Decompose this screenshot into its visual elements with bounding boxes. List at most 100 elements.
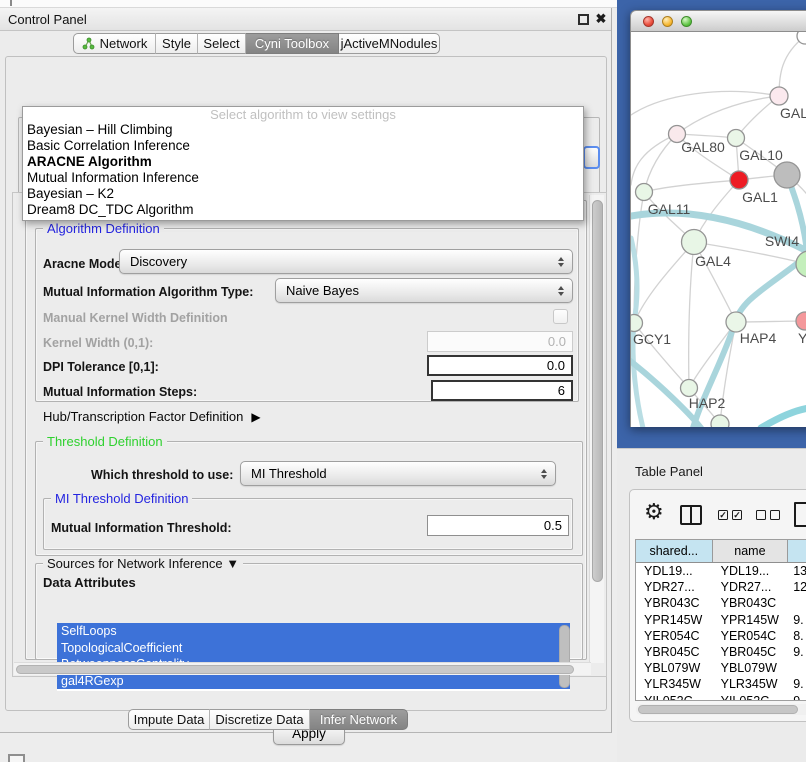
network-graph[interactable]: GALGAL80GAL10GAL1GAL11GAL4SWI4GCY1HAP4YH… [631, 32, 806, 427]
network-edge[interactable] [761, 408, 806, 427]
table-cell: YDR27... [713, 580, 789, 594]
table-row[interactable]: YPR145WYPR145W9. [636, 612, 806, 628]
which-threshold-combo[interactable]: MI Threshold [240, 461, 556, 486]
manual-kernel-label: Manual Kernel Width Definition [43, 311, 228, 325]
float-panel-icon[interactable] [578, 14, 589, 25]
algorithm-option[interactable]: Bayesian – K2 [23, 186, 583, 202]
network-node[interactable] [631, 315, 643, 332]
column-header[interactable] [788, 540, 806, 562]
algorithm-option[interactable]: ARACNE Algorithm [23, 154, 583, 170]
table-cell: 9. [788, 613, 806, 627]
tab-label: Style [162, 36, 191, 51]
network-node[interactable] [770, 87, 788, 105]
dpi-tolerance-field[interactable]: 0.0 [427, 355, 573, 376]
mi-threshold-field[interactable]: 0.5 [427, 515, 569, 536]
column-header[interactable]: name [713, 540, 789, 562]
tab-style[interactable]: Style [156, 33, 198, 54]
hub-definition-toggle[interactable]: Hub/Transcription Factor Definition▶ [43, 409, 261, 424]
network-canvas[interactable]: GALGAL80GAL10GAL1GAL11GAL4SWI4GCY1HAP4YH… [630, 32, 806, 427]
group-title: MI Threshold Definition [51, 491, 192, 506]
algorithm-dropdown-popup[interactable]: Select algorithm to view settings Bayesi… [22, 106, 584, 221]
gear-icon[interactable]: ⚙ [644, 499, 664, 525]
new-table-icon[interactable] [794, 502, 806, 527]
algorithm-option[interactable]: Bayesian – Hill Climbing [23, 122, 583, 138]
network-node[interactable] [774, 162, 800, 188]
minimize-traffic-light-icon[interactable] [662, 16, 673, 27]
network-edge[interactable] [689, 242, 694, 388]
algorithm-option[interactable]: Dream8 DC_TDC Algorithm [23, 202, 583, 218]
algorithm-option[interactable]: Mutual Information Inference [23, 170, 583, 186]
deselect-all-columns-icon[interactable] [756, 510, 780, 520]
close-traffic-light-icon[interactable] [643, 16, 654, 27]
node-label: HAP2 [689, 395, 726, 411]
tab-impute-data[interactable]: Impute Data [128, 709, 210, 730]
network-view-window[interactable]: GALGAL80GAL10GAL1GAL11GAL4SWI4GCY1HAP4YH… [630, 10, 806, 427]
network-node[interactable] [636, 184, 653, 201]
node-table[interactable]: shared...name YDL19...YDL19...13YDR27...… [635, 539, 806, 701]
table-cell: 9. [788, 677, 806, 691]
table-row[interactable]: YER054CYER054C8. [636, 628, 806, 644]
network-edge[interactable] [631, 91, 779, 115]
tab-discretize-data[interactable]: Discretize Data [210, 709, 310, 730]
network-edge[interactable] [634, 242, 694, 323]
table-row[interactable]: YLR345WYLR345W9. [636, 676, 806, 692]
algorithm-combo-fragment[interactable] [583, 146, 600, 169]
scrollbar-thumb[interactable] [638, 705, 798, 714]
field-value: 0.0 [548, 334, 566, 349]
network-node[interactable] [796, 312, 806, 330]
kernel-width-label: Kernel Width (0,1): [43, 336, 153, 350]
close-panel-icon[interactable]: ✖ [594, 11, 608, 27]
scrollbar-thumb[interactable] [592, 200, 603, 582]
scrollbar-thumb[interactable] [16, 665, 574, 674]
algorithm-placeholder: Select algorithm to view settings [23, 107, 583, 122]
aracne-mode-combo[interactable]: Discovery [119, 249, 573, 274]
tab-jactivemodules[interactable]: jActiveMNodules [339, 33, 440, 54]
collapsed-arrow-icon[interactable]: ▶ [251, 410, 260, 424]
select-all-columns-icon[interactable]: ✓✓ [718, 510, 742, 520]
attribute-item[interactable]: SelfLoops [57, 623, 570, 640]
tab-select[interactable]: Select [198, 33, 246, 54]
network-node[interactable] [728, 130, 745, 147]
settings-vertical-scrollbar[interactable] [589, 195, 604, 663]
list-scrollbar-thumb[interactable] [559, 625, 570, 688]
table-row[interactable]: YIL052CYIL052C9 [636, 693, 806, 702]
tab-cyni-toolbox[interactable]: Cyni Toolbox [246, 33, 339, 54]
table-row[interactable]: YDR27...YDR27...12 [636, 579, 806, 595]
table-row[interactable]: YBR043CYBR043C [636, 595, 806, 611]
table-row[interactable]: YBR045CYBR045C9. [636, 644, 806, 660]
field-value: 0.5 [544, 518, 562, 533]
node-label: GAL80 [681, 139, 725, 155]
table-row[interactable]: YBL079WYBL079W [636, 660, 806, 676]
attribute-item[interactable]: TopologicalCoefficient [57, 640, 570, 657]
network-node[interactable] [726, 312, 746, 332]
column-header[interactable]: shared... [636, 540, 713, 562]
algorithm-option[interactable]: Basic Correlation Inference [23, 138, 583, 154]
network-window-titlebar[interactable] [630, 10, 806, 32]
manual-kernel-checkbox[interactable] [553, 309, 568, 324]
expanded-arrow-icon[interactable]: ▼ [226, 556, 239, 571]
network-node[interactable] [730, 171, 748, 189]
data-attributes-list[interactable]: SelfLoopsTopologicalCoefficientBetweenne… [57, 623, 570, 691]
table-cell: YER054C [636, 629, 713, 643]
network-edge[interactable] [779, 36, 805, 96]
mi-algorithm-type-combo[interactable]: Naive Bayes [275, 278, 573, 303]
kernel-width-field[interactable]: 0.0 [427, 331, 573, 352]
zoom-traffic-light-icon[interactable] [681, 16, 692, 27]
mi-steps-field[interactable]: 6 [431, 380, 573, 401]
network-node[interactable] [682, 230, 707, 255]
tab-infer-network[interactable]: Infer Network [310, 709, 408, 730]
minimized-panel-icon[interactable] [8, 754, 25, 762]
network-node[interactable] [711, 415, 729, 427]
settings-horizontal-scrollbar[interactable] [14, 662, 591, 675]
network-node[interactable] [681, 380, 698, 397]
network-edge[interactable] [644, 180, 739, 192]
network-edge[interactable] [677, 96, 779, 134]
combo-stepper-icon [558, 257, 564, 267]
tab-network[interactable]: Network [73, 33, 156, 54]
table-row[interactable]: YDL19...YDL19...13 [636, 563, 806, 579]
table-cell: YER054C [713, 629, 789, 643]
table-horizontal-scrollbar[interactable] [636, 704, 806, 715]
split-columns-icon[interactable] [680, 505, 702, 525]
network-node[interactable] [796, 251, 806, 277]
tab-label: Network [100, 36, 148, 51]
